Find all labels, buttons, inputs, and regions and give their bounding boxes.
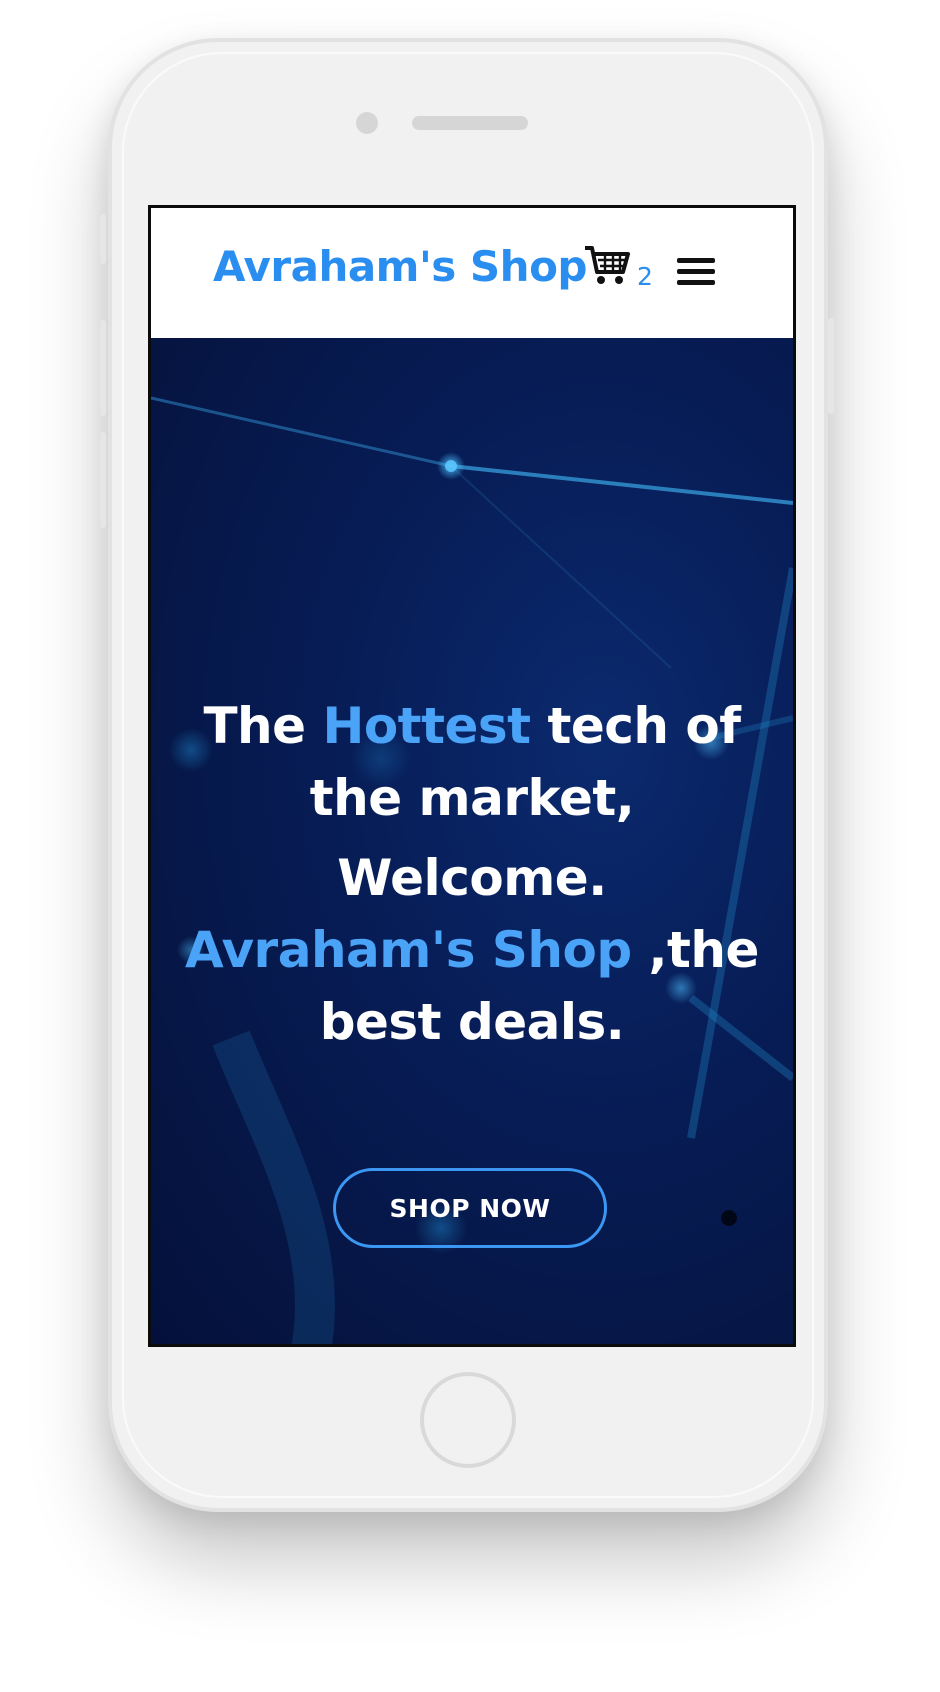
side-button-left-1 xyxy=(100,214,106,264)
headline-line-3: Welcome. xyxy=(337,849,607,907)
home-button xyxy=(420,1372,516,1468)
headline-text: ,the xyxy=(631,921,760,979)
headline-text: tech of xyxy=(530,697,741,755)
shopping-cart-icon[interactable] xyxy=(583,244,631,288)
hero-headline: The Hottest tech of the market, Welcome.… xyxy=(171,690,773,1058)
headline-line-2: the market, xyxy=(309,769,635,827)
hero-section: The Hottest tech of the market, Welcome.… xyxy=(151,338,793,1344)
cart-count-badge[interactable]: 2 xyxy=(637,262,653,291)
site-header: Avraham's Shop 2 xyxy=(151,208,793,338)
side-button-left-2 xyxy=(100,320,106,416)
shop-now-button[interactable]: SHOP NOW xyxy=(333,1168,607,1248)
earpiece-speaker xyxy=(412,116,528,130)
side-button-right xyxy=(828,318,834,414)
front-camera xyxy=(356,112,378,134)
mockup-stage: Avraham's Shop 2 The Hottest tech of the… xyxy=(0,0,940,1692)
headline-text: The xyxy=(203,697,323,755)
phone-screen: Avraham's Shop 2 The Hottest tech of the… xyxy=(148,205,796,1347)
headline-line-5: best deals. xyxy=(319,993,625,1051)
brand-logo-link[interactable]: Avraham's Shop xyxy=(213,242,588,291)
hamburger-menu-icon[interactable] xyxy=(677,258,715,288)
headline-line-1: The Hottest tech of xyxy=(171,690,773,762)
headline-accent-hottest: Hottest xyxy=(322,697,531,755)
headline-line-4: Avraham's Shop ,the xyxy=(171,914,773,986)
headline-accent-shop-name: Avraham's Shop xyxy=(185,921,632,979)
side-button-left-3 xyxy=(100,432,106,528)
